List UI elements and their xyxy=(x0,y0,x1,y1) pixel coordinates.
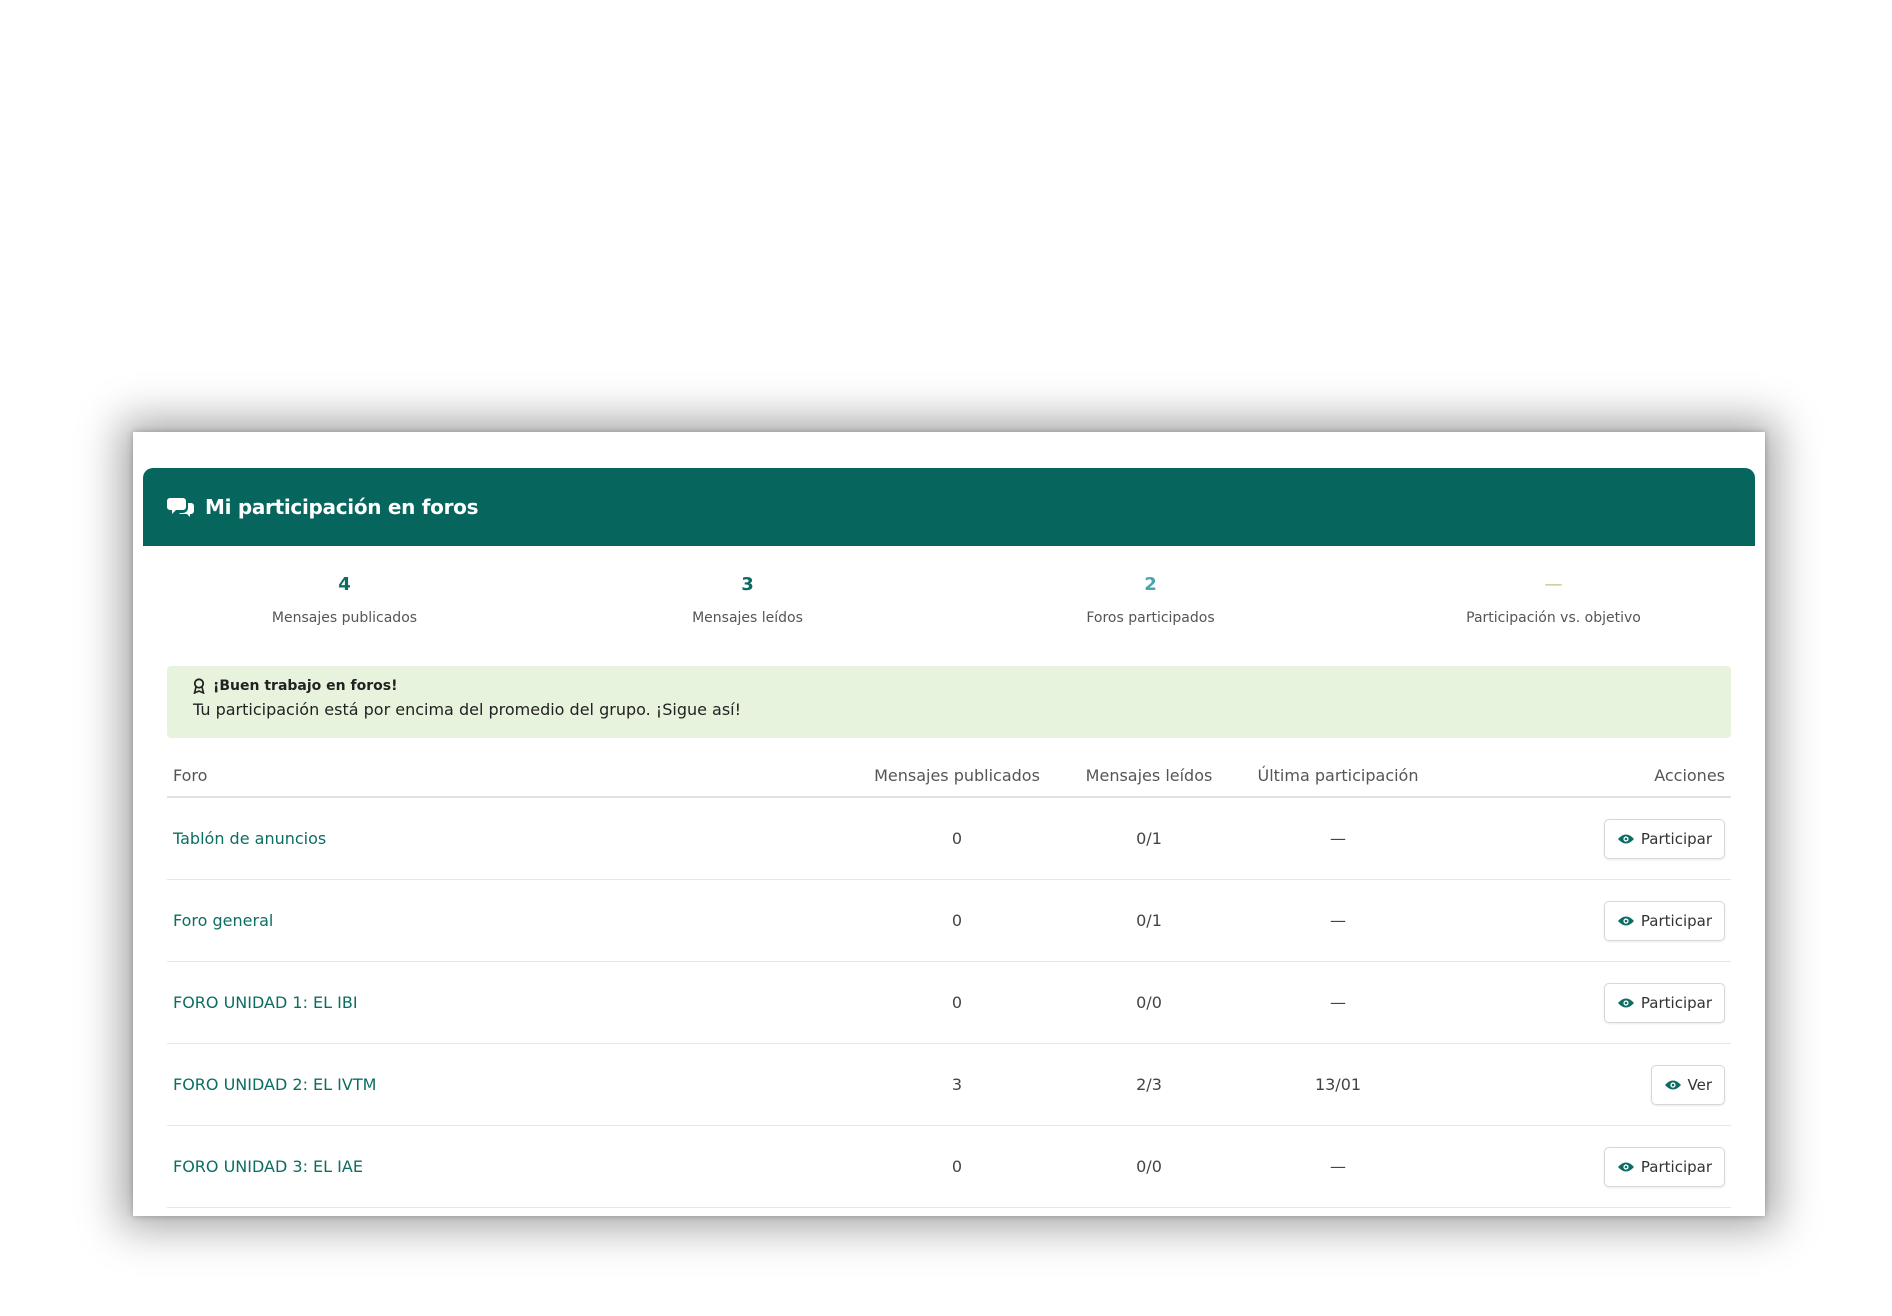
forum-link[interactable]: Foro general xyxy=(173,911,273,930)
stat-published: 4 Mensajes publicados xyxy=(143,546,546,666)
participate-button[interactable]: Participar xyxy=(1603,900,1725,941)
eye-icon xyxy=(1617,998,1634,1007)
cell-published: 0 xyxy=(841,1125,1073,1208)
stat-value: 4 xyxy=(338,574,351,595)
view-button[interactable]: Ver xyxy=(1650,1064,1725,1105)
cell-read: 0/1 xyxy=(1073,879,1225,962)
cell-read: 2/3 xyxy=(1073,1043,1225,1126)
panel-title: Mi participación en foros xyxy=(205,495,479,519)
alert-title: ¡Buen trabajo en foros! xyxy=(213,678,398,694)
cell-last: — xyxy=(1225,1125,1451,1208)
table-row: FORO UNIDAD 3: EL IAE 0 0/0 — Participar xyxy=(167,1125,1731,1208)
stat-label: Foros participados xyxy=(1086,610,1215,626)
button-label: Participar xyxy=(1640,911,1712,930)
eye-icon xyxy=(1617,834,1634,843)
stat-label: Participación vs. objetivo xyxy=(1466,610,1641,626)
button-label: Participar xyxy=(1640,993,1712,1012)
forum-participation-panel: Mi participación en foros 4 Mensajes pub… xyxy=(143,468,1755,1216)
table-header-row: Foro Mensajes publicados Mensajes leídos… xyxy=(167,754,1731,798)
cell-published: 0 xyxy=(841,961,1073,1044)
panel-header: Mi participación en foros xyxy=(143,468,1755,546)
table-row: FORO UNIDAD 2: EL IVTM 3 2/3 13/01 Ver xyxy=(167,1043,1731,1126)
forums-table: Foro Mensajes publicados Mensajes leídos… xyxy=(167,754,1731,1208)
forum-link[interactable]: FORO UNIDAD 1: EL IBI xyxy=(173,993,358,1012)
award-icon xyxy=(193,678,205,694)
stats-row: 4 Mensajes publicados 3 Mensajes leídos … xyxy=(143,546,1755,666)
column-header-foro: Foro xyxy=(167,754,841,798)
forum-link[interactable]: FORO UNIDAD 2: EL IVTM xyxy=(173,1075,376,1094)
column-header-last: Última participación xyxy=(1225,754,1451,798)
eye-icon xyxy=(1617,1162,1634,1171)
cell-published: 3 xyxy=(841,1043,1073,1126)
cell-last: — xyxy=(1225,797,1451,880)
eye-icon xyxy=(1664,1080,1681,1089)
cell-published: 0 xyxy=(841,879,1073,962)
eye-icon xyxy=(1617,916,1634,925)
success-alert: ¡Buen trabajo en foros! Tu participación… xyxy=(167,666,1731,738)
cell-read: 0/0 xyxy=(1073,961,1225,1044)
column-header-read: Mensajes leídos xyxy=(1073,754,1225,798)
table-row: Tablón de anuncios 0 0/1 — Participar xyxy=(167,797,1731,880)
cell-last: 13/01 xyxy=(1225,1043,1451,1126)
button-label: Participar xyxy=(1640,829,1712,848)
stat-read: 3 Mensajes leídos xyxy=(546,546,949,666)
stat-value: 3 xyxy=(741,574,754,595)
participate-button[interactable]: Participar xyxy=(1603,818,1725,859)
stat-forums: 2 Foros participados xyxy=(949,546,1352,666)
stat-value: — xyxy=(1544,574,1563,595)
stat-value: 2 xyxy=(1144,574,1157,595)
participate-button[interactable]: Participar xyxy=(1603,982,1725,1023)
cell-published: 0 xyxy=(841,797,1073,880)
button-label: Ver xyxy=(1687,1075,1713,1094)
cell-read: 0/0 xyxy=(1073,1125,1225,1208)
cell-last: — xyxy=(1225,879,1451,962)
forum-link[interactable]: FORO UNIDAD 3: EL IAE xyxy=(173,1157,363,1176)
alert-message: Tu participación está por encima del pro… xyxy=(193,700,742,719)
participate-button[interactable]: Participar xyxy=(1603,1146,1725,1187)
cell-last: — xyxy=(1225,961,1451,1044)
column-header-actions: Acciones xyxy=(1451,754,1731,798)
table-row: Foro general 0 0/1 — Participar xyxy=(167,879,1731,962)
stat-label: Mensajes publicados xyxy=(271,610,418,626)
cell-read: 0/1 xyxy=(1073,797,1225,880)
stat-vs-goal: — Participación vs. objetivo xyxy=(1352,546,1755,666)
table-row: FORO UNIDAD 1: EL IBI 0 0/0 — Participar xyxy=(167,961,1731,1044)
button-label: Participar xyxy=(1640,1157,1712,1176)
stat-label: Mensajes leídos xyxy=(692,610,803,626)
forum-link[interactable]: Tablón de anuncios xyxy=(173,829,326,848)
screenshot-frame: Mi participación en foros 4 Mensajes pub… xyxy=(133,432,1765,1216)
comments-icon xyxy=(167,498,194,517)
column-header-published: Mensajes publicados xyxy=(841,754,1073,798)
